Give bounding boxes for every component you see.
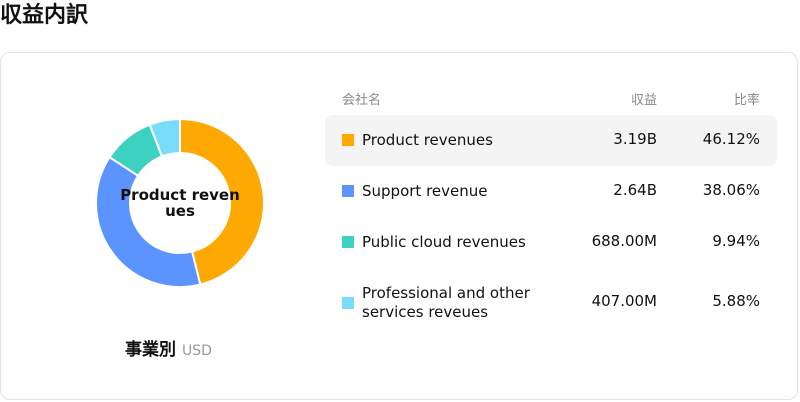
row-revenue: 3.19B [613,130,657,148]
row-revenue: 407.00M [591,292,657,310]
revenue-breakdown-card: Product revenues 事業別 USD 会社名 収益 比率 Produc… [0,52,798,400]
page-title: 収益内訳 [0,3,89,28]
table-row[interactable]: Professional and other services reveues … [325,268,777,338]
legend-swatch [342,236,354,248]
column-header-ratio: 比率 [733,93,760,108]
row-ratio: 46.12% [702,130,760,148]
column-header-company: 会社名 [342,93,382,108]
legend-swatch [342,297,354,309]
donut-chart: Product revenues [95,115,265,291]
column-header-revenue: 収益 [630,93,657,108]
table-header: 会社名 収益 比率 [325,81,777,115]
currency-unit: USD [182,343,212,359]
row-name: Product revenues [362,131,493,149]
row-name: Professional and other services reveues [362,284,530,321]
row-revenue: 688.00M [591,232,657,250]
row-name: Support revenue [362,182,488,200]
row-ratio: 9.94% [712,232,760,250]
row-revenue: 2.64B [613,181,657,199]
donut-slice-support-revenue[interactable] [95,155,202,288]
chart-caption-title: 事業別 [125,340,176,360]
table-row[interactable]: Product revenues 3.19B 46.12% [325,115,777,166]
table-row[interactable]: Support revenue 2.64B 38.06% [325,166,777,217]
row-ratio: 5.88% [712,292,760,310]
legend-swatch [342,134,354,146]
donut-center-label: Product revenues [120,186,240,220]
table-row[interactable]: Public cloud revenues 688.00M 9.94% [325,217,777,268]
row-ratio: 38.06% [702,181,760,199]
chart-caption: 事業別 USD [125,337,212,363]
legend-swatch [342,185,354,197]
row-name: Public cloud revenues [362,233,526,251]
revenue-table: 会社名 収益 比率 Product revenues 3.19B 46.12% … [325,81,777,338]
